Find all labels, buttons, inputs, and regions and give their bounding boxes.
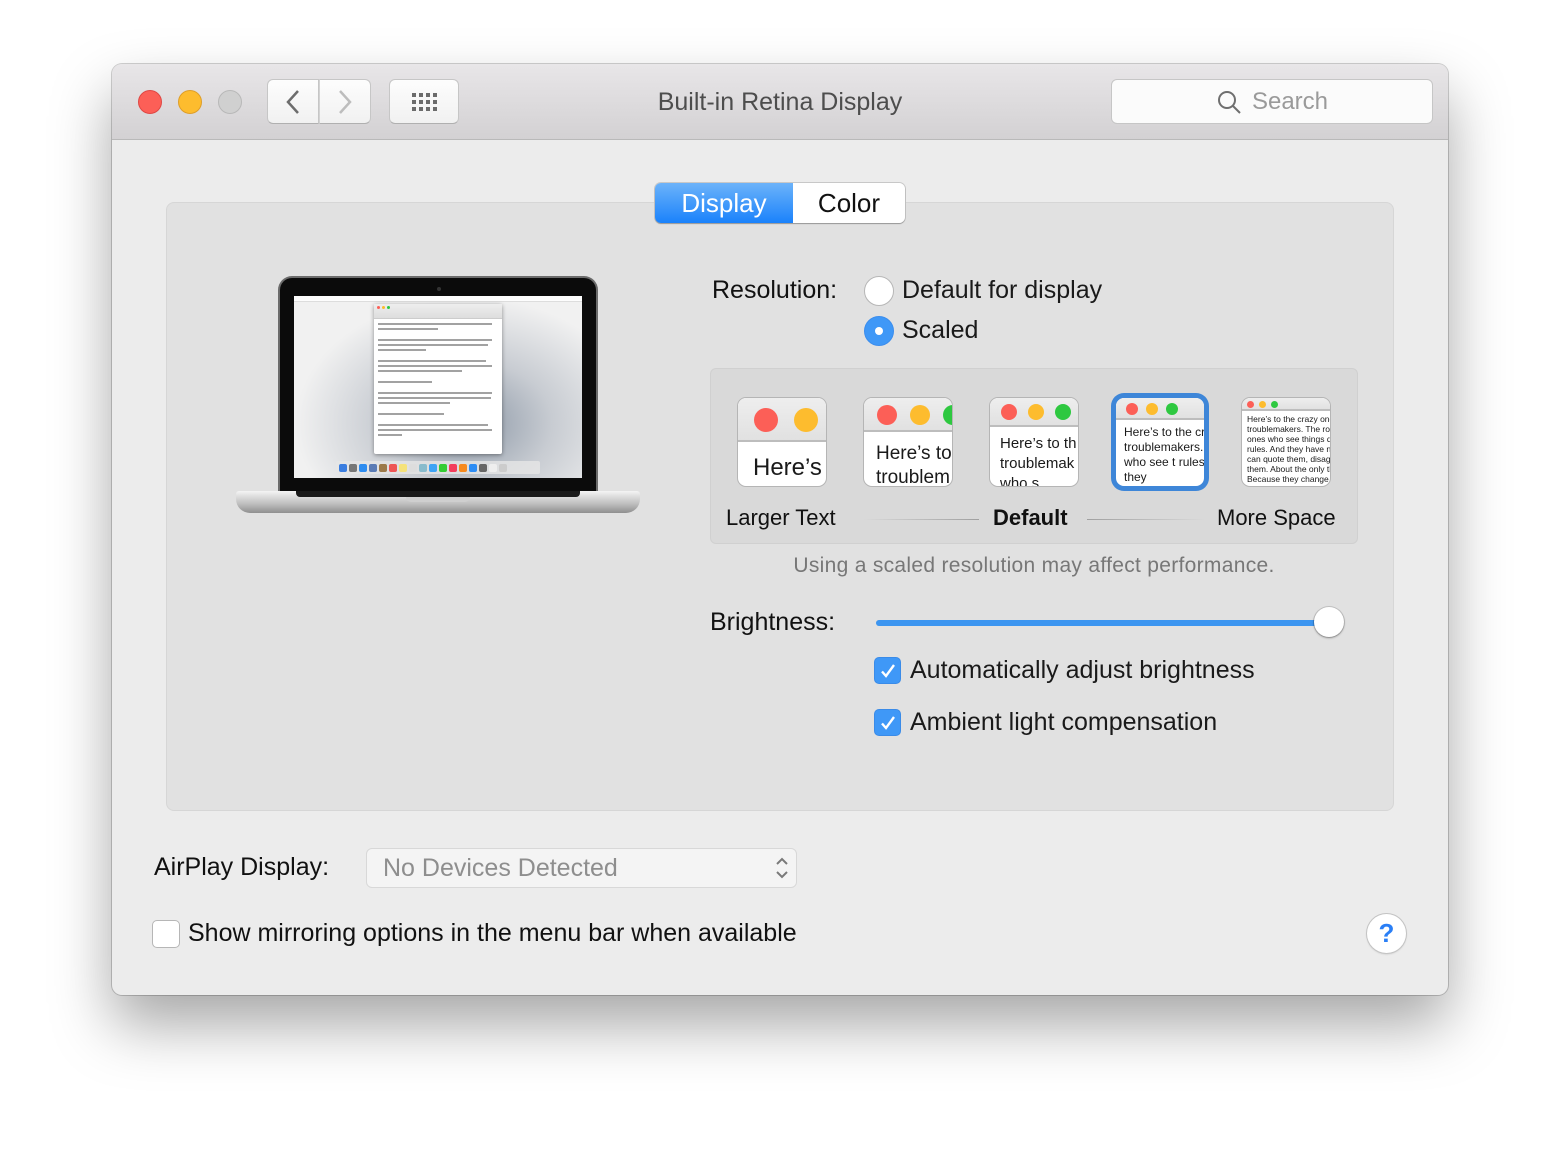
scaled-resolution-picker: Here’s Here’s to troublem Here’s to th t… — [710, 368, 1358, 544]
magnifier-icon — [1217, 90, 1241, 114]
ambient-light-label[interactable]: Ambient light compensation — [910, 708, 1217, 737]
checkmark-icon — [880, 715, 895, 730]
scale-label-more-space: More Space — [1217, 505, 1336, 530]
scale-divider-right — [1087, 519, 1205, 520]
laptop-screen — [294, 296, 582, 478]
up-down-chevron-icon — [776, 857, 788, 879]
scale-preview-text: Here’s to th troublemak ones who s — [1000, 435, 1078, 487]
scale-option-selected[interactable]: Here’s to the cr troublemakers. ones who… — [1115, 397, 1205, 487]
scale-option-default[interactable]: Here’s to th troublemak ones who s — [989, 397, 1079, 487]
brightness-label: Brightness: — [710, 608, 836, 636]
radio-scaled-label[interactable]: Scaled — [902, 316, 978, 345]
brightness-slider-fill — [876, 620, 1329, 626]
radio-default-label[interactable]: Default for display — [902, 276, 1102, 305]
scale-preview-text: Here’s to troublem — [876, 443, 952, 487]
ambient-light-checkbox[interactable] — [874, 709, 901, 736]
scale-option-more-space[interactable]: Here’s to the crazy ones troublemakers. … — [1241, 397, 1331, 487]
auto-brightness-checkbox[interactable] — [874, 657, 901, 684]
laptop-lid — [278, 276, 598, 491]
auto-brightness-label[interactable]: Automatically adjust brightness — [910, 656, 1255, 685]
screen-menubar — [294, 296, 582, 302]
performance-note: Using a scaled resolution may affect per… — [793, 554, 1275, 577]
airplay-selected-value: No Devices Detected — [383, 853, 618, 882]
scale-preview-text: Here’s — [753, 454, 822, 481]
scale-label-default: Default — [993, 505, 1068, 530]
tab-bar: Display Color — [655, 183, 905, 223]
scale-label-larger-text: Larger Text — [726, 505, 836, 530]
textedit-window-preview — [374, 304, 502, 454]
search-placeholder: Search — [1251, 87, 1329, 115]
radio-scaled[interactable] — [864, 316, 894, 346]
airplay-display-label: AirPlay Display: — [154, 853, 330, 881]
mirroring-options-label[interactable]: Show mirroring options in the menu bar w… — [188, 919, 797, 948]
resolution-label: Resolution: — [712, 276, 838, 304]
tab-color[interactable]: Color — [793, 183, 905, 223]
brightness-slider-knob[interactable] — [1314, 607, 1344, 637]
checkmark-icon — [880, 663, 895, 678]
search-field[interactable]: Search — [1111, 79, 1433, 124]
scale-option-larger-text[interactable]: Here’s — [737, 397, 827, 487]
preferences-window: Built-in Retina Display Search Display C… — [112, 64, 1448, 995]
laptop-illustration — [236, 276, 640, 524]
laptop-notch — [406, 497, 470, 502]
mirroring-options-checkbox[interactable] — [152, 920, 180, 948]
dock-preview — [336, 461, 540, 474]
scale-divider-left — [863, 519, 979, 520]
question-mark-icon: ? — [1378, 918, 1395, 948]
brightness-slider[interactable] — [876, 620, 1344, 626]
camera-dot — [437, 287, 441, 291]
radio-default-for-display[interactable] — [864, 276, 894, 306]
help-button[interactable]: ? — [1367, 914, 1406, 953]
title-bar: Built-in Retina Display Search — [112, 64, 1448, 140]
scale-preview-text: Here’s to the cr troublemakers. ones who… — [1124, 425, 1205, 484]
tab-display[interactable]: Display — [655, 183, 793, 223]
scale-preview-text: Here’s to the crazy ones troublemakers. … — [1247, 414, 1331, 484]
airplay-display-popup[interactable]: No Devices Detected — [366, 848, 797, 888]
scale-option-2[interactable]: Here’s to troublem — [863, 397, 953, 487]
